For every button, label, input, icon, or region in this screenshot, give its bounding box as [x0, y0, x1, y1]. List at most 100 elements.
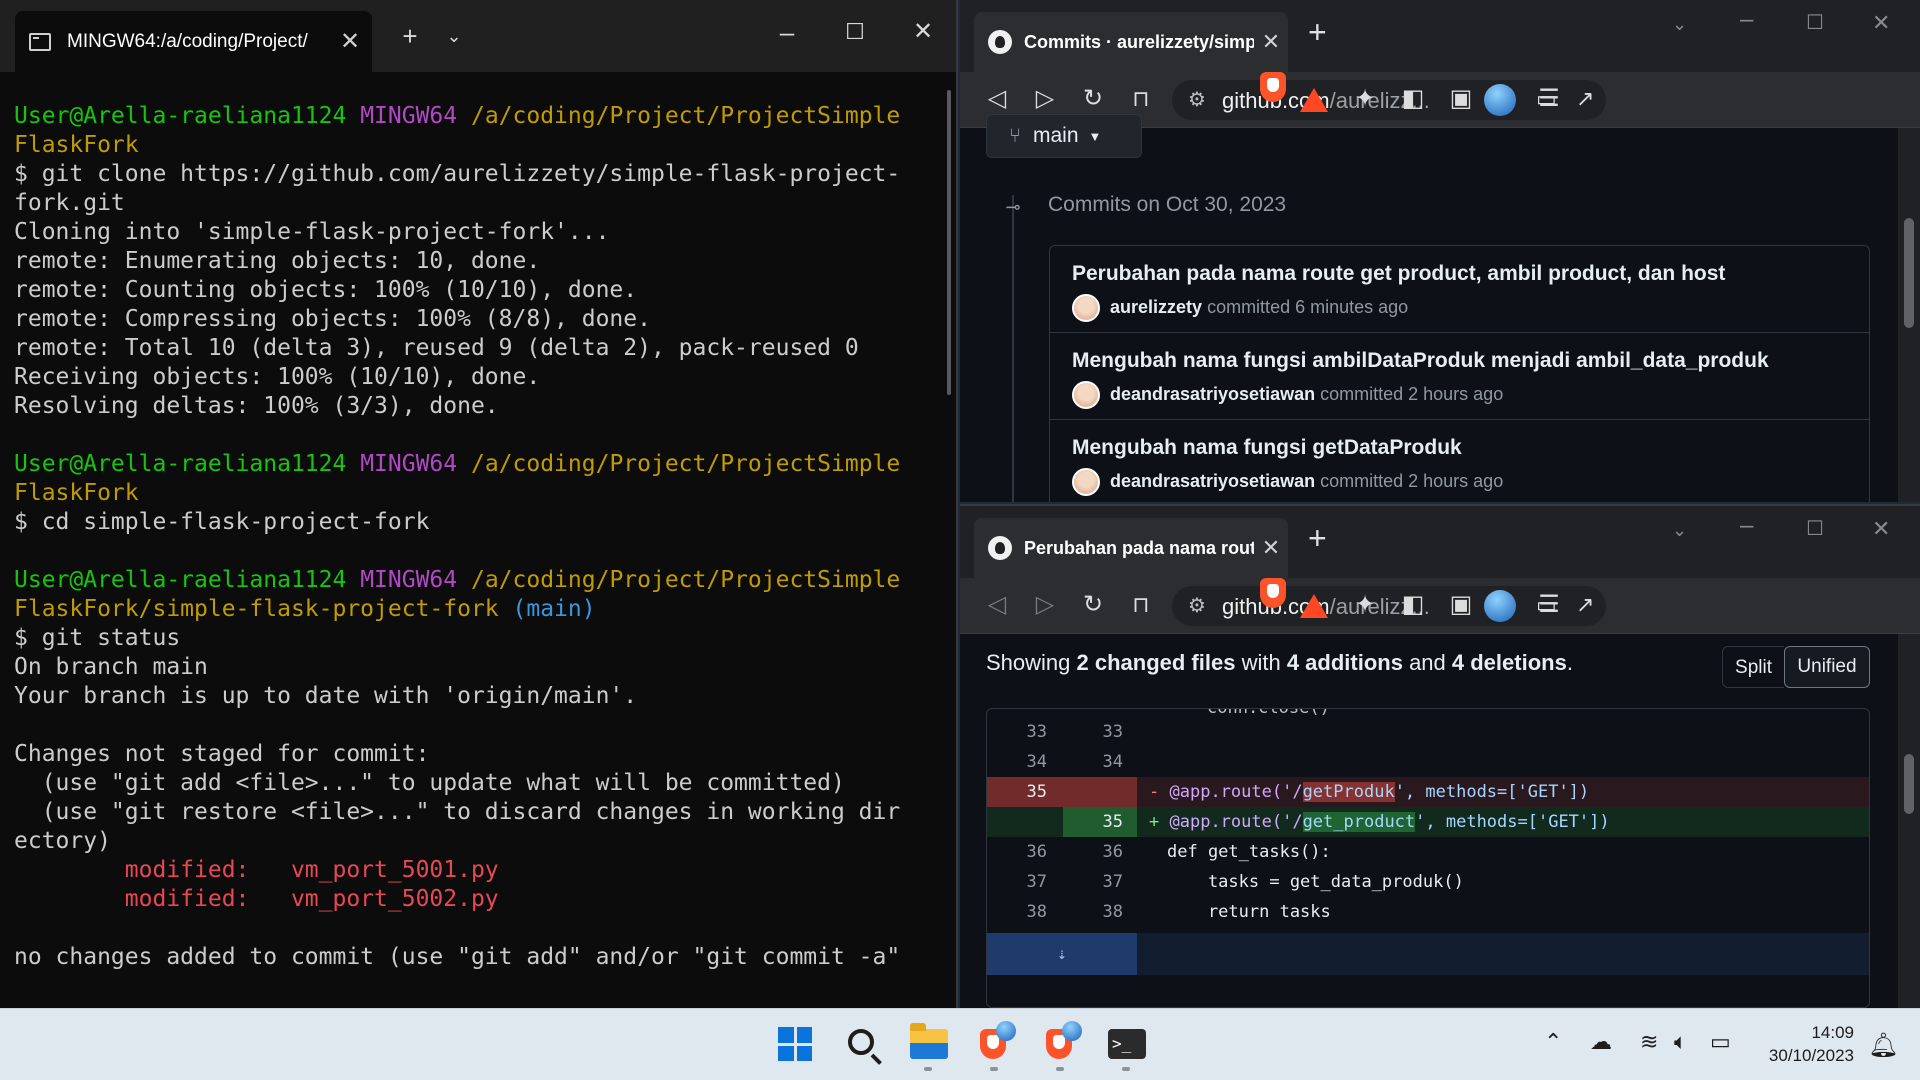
- close-window-icon[interactable]: ✕: [1872, 10, 1890, 36]
- page-scrollbar[interactable]: [1898, 128, 1920, 502]
- terminal-tab[interactable]: MINGW64:/a/coding/Project/ ✕: [15, 11, 372, 72]
- running-indicator: [1056, 1067, 1064, 1071]
- bookmark-icon[interactable]: ⊓: [1124, 82, 1158, 116]
- maximize-icon[interactable]: ☐: [1806, 10, 1824, 35]
- site-info-icon[interactable]: ⚙: [1188, 593, 1206, 618]
- volume-icon[interactable]: 🔈︎: [1674, 1029, 1687, 1055]
- commit-message-link[interactable]: Perubahan pada nama route get product, a…: [1072, 262, 1725, 286]
- commit-row[interactable]: Perubahan pada nama route get product, a…: [1050, 246, 1869, 333]
- share-icon[interactable]: ↗: [1576, 86, 1594, 112]
- expand-down-icon[interactable]: ⇣: [987, 933, 1137, 975]
- forward-icon[interactable]: ▷: [1028, 82, 1062, 116]
- new-tab-icon[interactable]: +: [390, 4, 430, 68]
- maximize-icon[interactable]: ☐: [832, 0, 878, 64]
- close-window-icon[interactable]: ✕: [900, 0, 946, 64]
- close-tab-icon[interactable]: ✕: [1254, 535, 1288, 561]
- new-tab-icon[interactable]: +: [1308, 14, 1327, 51]
- commit-row[interactable]: Mengubah nama fungsi getDataProduk deand…: [1050, 420, 1869, 502]
- battery-icon[interactable]: ▭: [1710, 1029, 1731, 1055]
- vpn-icon[interactable]: [1484, 590, 1516, 622]
- terminal-line: FlaskFork/simple-flask-project-fork (mai…: [14, 596, 596, 622]
- close-tab-icon[interactable]: ✕: [1254, 29, 1288, 55]
- folder-icon: [910, 1023, 948, 1059]
- terminal-line: modified: vm_port_5001.py: [14, 857, 499, 883]
- menu-icon[interactable]: ☰: [1532, 588, 1566, 622]
- avatar[interactable]: [1072, 381, 1100, 409]
- menu-icon[interactable]: ☰: [1532, 82, 1566, 116]
- onedrive-icon[interactable]: ☁: [1590, 1029, 1612, 1055]
- terminal-output[interactable]: User@Arella-raeliana1124 MINGW64 /a/codi…: [0, 72, 948, 1008]
- terminal-line: $ git status: [14, 625, 181, 651]
- share-icon[interactable]: ↗: [1576, 592, 1594, 618]
- bookmark-icon[interactable]: ⊓: [1124, 588, 1158, 622]
- running-indicator: [1122, 1067, 1130, 1071]
- commit-author[interactable]: deandrasatriyosetiawan committed 2 hours…: [1110, 384, 1503, 405]
- search-icon: [848, 1029, 874, 1055]
- terminal-scrollbar[interactable]: [947, 90, 951, 395]
- browser-tab-commit[interactable]: Perubahan pada nama route get ✕: [974, 518, 1288, 578]
- unified-view-button[interactable]: Unified: [1784, 646, 1870, 688]
- notification-bell-icon[interactable]: 🔔︎: [1868, 1031, 1898, 1060]
- system-clock[interactable]: 14:09 30/10/2023: [1758, 1021, 1854, 1067]
- chevron-down-icon[interactable]: ⌄: [1672, 520, 1687, 541]
- commit-message-link[interactable]: Mengubah nama fungsi ambilDataProduk men…: [1072, 349, 1769, 373]
- back-icon[interactable]: ◁: [980, 588, 1014, 622]
- site-info-icon[interactable]: ⚙: [1188, 87, 1206, 112]
- minimize-icon[interactable]: –: [764, 0, 810, 64]
- reload-icon[interactable]: ↻: [1076, 82, 1110, 116]
- browser-window-commits[interactable]: Commits · aurelizzety/simple-fla ✕ + ⌄ –…: [960, 0, 1920, 502]
- close-tab-icon[interactable]: ✕: [328, 27, 372, 56]
- hunk-expander-row: [1137, 933, 1869, 975]
- taskbar-brave-1[interactable]: [968, 1019, 1020, 1071]
- wifi-icon[interactable]: ≋: [1640, 1029, 1658, 1055]
- extensions-icon[interactable]: ✦: [1348, 588, 1382, 622]
- terminal-line: remote: Total 10 (delta 3), reused 9 (de…: [14, 335, 859, 361]
- extensions-icon[interactable]: ✦: [1348, 82, 1382, 116]
- avatar[interactable]: [1072, 294, 1100, 322]
- chevron-up-icon[interactable]: ⌃: [1544, 1029, 1562, 1055]
- browser-window-commit-diff[interactable]: Perubahan pada nama route get ✕ + ⌄ – ☐ …: [960, 504, 1920, 1010]
- reload-icon[interactable]: ↻: [1076, 588, 1110, 622]
- back-icon[interactable]: ◁: [980, 82, 1014, 116]
- minimize-icon[interactable]: –: [1740, 512, 1753, 540]
- split-view-button[interactable]: Split: [1722, 646, 1784, 688]
- diff-row: 37 37 tasks = get_data_produk(): [1026, 872, 1464, 892]
- search-button[interactable]: [836, 1019, 888, 1071]
- terminal-window[interactable]: MINGW64:/a/coding/Project/ ✕ + ⌄ – ☐ ✕ U…: [0, 0, 958, 1008]
- github-icon: [988, 30, 1012, 54]
- vpn-icon[interactable]: [1484, 84, 1516, 116]
- close-window-icon[interactable]: ✕: [1872, 516, 1890, 542]
- forward-icon[interactable]: ▷: [1028, 588, 1062, 622]
- browser-tab-commits[interactable]: Commits · aurelizzety/simple-fla ✕: [974, 12, 1288, 72]
- scrollbar-thumb[interactable]: [1904, 754, 1914, 814]
- sidebar-icon[interactable]: ◧: [1396, 588, 1430, 622]
- page-scrollbar[interactable]: [1898, 634, 1920, 1010]
- scrollbar-thumb[interactable]: [1904, 218, 1914, 328]
- commit-message-link[interactable]: Mengubah nama fungsi getDataProduk: [1072, 436, 1462, 460]
- commit-row[interactable]: Mengubah nama fungsi ambilDataProduk men…: [1050, 333, 1869, 420]
- brave-rewards-icon[interactable]: [1300, 88, 1328, 112]
- taskbar-file-explorer[interactable]: [902, 1019, 954, 1071]
- branch-selector-button[interactable]: ⑂ main ▼: [986, 114, 1142, 158]
- maximize-icon[interactable]: ☐: [1806, 516, 1824, 541]
- chevron-down-icon[interactable]: ⌄: [1672, 14, 1687, 35]
- terminal-line: User@Arella-raeliana1124 MINGW64 /a/codi…: [14, 103, 901, 129]
- wallet-icon[interactable]: ▣: [1444, 588, 1478, 622]
- minimize-icon[interactable]: –: [1740, 6, 1753, 34]
- commit-author[interactable]: deandrasatriyosetiawan committed 2 hours…: [1110, 471, 1503, 492]
- wallet-icon[interactable]: ▣: [1444, 82, 1478, 116]
- caret-down-icon: ▼: [1088, 128, 1102, 144]
- taskbar-brave-2[interactable]: [1034, 1019, 1086, 1071]
- start-button[interactable]: [768, 1019, 820, 1071]
- sidebar-icon[interactable]: ◧: [1396, 82, 1430, 116]
- avatar[interactable]: [1072, 468, 1100, 496]
- new-tab-icon[interactable]: +: [1308, 520, 1327, 557]
- terminal-line: FlaskFork: [14, 480, 139, 506]
- diff-row: 36 36 def get_tasks():: [1026, 842, 1331, 862]
- brave-shields-icon[interactable]: [1260, 72, 1286, 102]
- brave-rewards-icon[interactable]: [1300, 594, 1328, 618]
- brave-shields-icon[interactable]: [1260, 578, 1286, 608]
- commit-author[interactable]: aurelizzety committed 6 minutes ago: [1110, 297, 1408, 318]
- taskbar-terminal[interactable]: >_: [1100, 1019, 1152, 1071]
- chevron-down-icon[interactable]: ⌄: [436, 4, 472, 68]
